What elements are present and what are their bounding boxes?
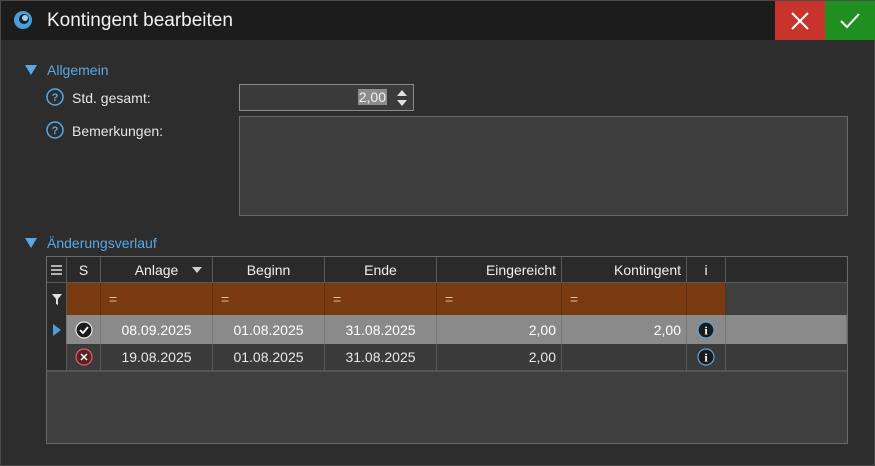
remarks-label: Bemerkungen:	[72, 123, 164, 139]
history-grid: S Anlage Beginn Ende Eingereicht Konting…	[46, 256, 848, 444]
stepper-up-icon[interactable]	[397, 90, 407, 96]
std-total-value[interactable]: 2,00	[357, 89, 387, 105]
column-chooser-button[interactable]	[47, 257, 67, 282]
svg-text:?: ?	[52, 92, 59, 104]
column-header-kontingent[interactable]: Kontingent	[562, 257, 687, 282]
std-total-stepper[interactable]: 2,00	[239, 84, 414, 111]
column-header-spacer	[726, 257, 847, 282]
remarks-textarea[interactable]	[239, 116, 848, 216]
check-icon	[840, 12, 860, 28]
confirm-button[interactable]	[825, 1, 875, 40]
edit-quota-dialog: Kontingent bearbeiten Allgemein ? Std. g…	[0, 0, 875, 466]
filter-operator: =	[333, 291, 342, 307]
section-general-header[interactable]: Allgemein	[25, 62, 108, 78]
cell-anlage: 08.09.2025	[101, 315, 213, 344]
filter-operator: =	[109, 291, 118, 307]
cell-ende: 31.08.2025	[325, 344, 437, 371]
filter-operator: =	[570, 291, 579, 307]
filter-icon	[51, 293, 62, 305]
section-history-header[interactable]: Änderungsverlauf	[25, 235, 157, 251]
std-total-label: Std. gesamt:	[72, 90, 151, 106]
column-header-beginn[interactable]: Beginn	[213, 257, 325, 282]
approved-check-icon	[74, 320, 93, 339]
status-cell	[67, 315, 101, 344]
help-icon[interactable]: ?	[46, 121, 64, 139]
sort-descending-icon	[192, 267, 202, 273]
window-title: Kontingent bearbeiten	[47, 10, 233, 31]
info-icon[interactable]: i	[697, 320, 715, 339]
cell-beginn: 01.08.2025	[213, 344, 325, 371]
filter-cell-info[interactable]	[687, 283, 726, 315]
collapse-triangle-icon	[25, 65, 37, 75]
table-row[interactable]: 08.09.2025 01.08.2025 31.08.2025 2,00 2,…	[47, 315, 847, 344]
title-bar: Kontingent bearbeiten	[1, 1, 875, 40]
cell-eingereicht: 2,00	[437, 315, 562, 344]
info-icon[interactable]: i	[697, 348, 715, 366]
column-header-anlage[interactable]: Anlage	[101, 257, 213, 282]
filter-spacer	[726, 283, 847, 315]
hamburger-icon	[51, 264, 62, 275]
filter-cell-beginn[interactable]: =	[213, 283, 325, 315]
close-icon	[791, 11, 809, 30]
row-indicator	[47, 315, 67, 344]
rejected-x-icon	[74, 348, 93, 366]
cell-kontingent	[562, 344, 687, 371]
filter-row-indicator	[47, 283, 67, 315]
row-spacer	[726, 344, 847, 371]
help-icon[interactable]: ?	[46, 88, 64, 106]
filter-cell-eingereicht[interactable]: =	[437, 283, 562, 315]
cell-ende: 31.08.2025	[325, 315, 437, 344]
status-cell	[67, 344, 101, 371]
column-header-eingereicht[interactable]: Eingereicht	[437, 257, 562, 282]
stepper-down-icon[interactable]	[397, 100, 407, 106]
cell-kontingent: 2,00	[562, 315, 687, 344]
filter-cell-ende[interactable]: =	[325, 283, 437, 315]
filter-operator: =	[221, 291, 230, 307]
collapse-triangle-icon	[25, 238, 37, 248]
column-header-info[interactable]: i	[687, 257, 726, 282]
row-pointer-icon	[52, 323, 61, 336]
cancel-button[interactable]	[775, 1, 825, 40]
table-row[interactable]: 19.08.2025 01.08.2025 31.08.2025 2,00 i	[47, 344, 847, 372]
filter-cell-s[interactable]	[67, 283, 101, 315]
column-header-s[interactable]: S	[67, 257, 101, 282]
row-spacer	[726, 315, 847, 344]
info-cell[interactable]: i	[687, 344, 726, 371]
filter-cell-anlage[interactable]: =	[101, 283, 213, 315]
filter-cell-kontingent[interactable]: =	[562, 283, 687, 315]
svg-text:?: ?	[52, 125, 59, 137]
column-header-anlage-label: Anlage	[134, 261, 179, 278]
app-logo-icon	[14, 11, 32, 29]
cell-eingereicht: 2,00	[437, 344, 562, 371]
filter-operator: =	[445, 291, 454, 307]
row-indicator	[47, 344, 67, 371]
column-header-ende[interactable]: Ende	[325, 257, 437, 282]
section-history-label: Änderungsverlauf	[47, 235, 157, 251]
grid-filter-row: = = = = =	[47, 283, 847, 315]
info-cell[interactable]: i	[687, 315, 726, 344]
cell-beginn: 01.08.2025	[213, 315, 325, 344]
section-general-label: Allgemein	[47, 62, 109, 78]
cell-anlage: 19.08.2025	[101, 344, 213, 371]
grid-header-row: S Anlage Beginn Ende Eingereicht Konting…	[47, 257, 847, 283]
